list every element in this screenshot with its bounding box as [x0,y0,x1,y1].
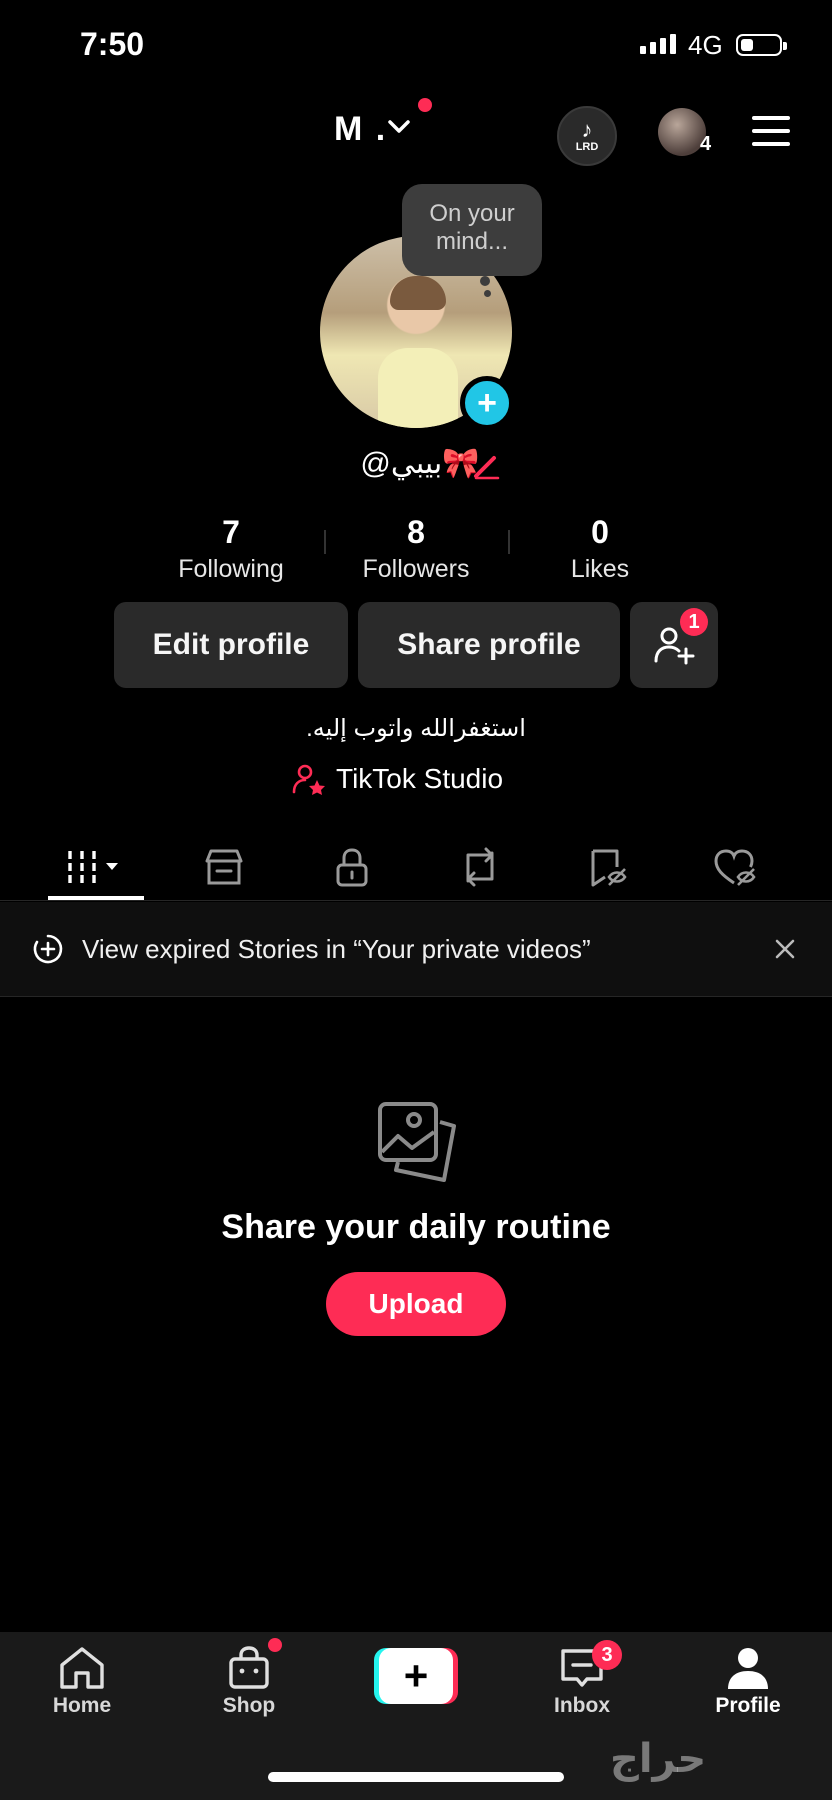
add-story-button[interactable]: + [460,376,514,430]
battery-icon [736,34,787,56]
repost-icon [466,847,494,887]
creator-star-icon [292,764,325,795]
nav-home[interactable]: Home [22,1642,142,1718]
friends-count: 4 [700,133,712,155]
stat-label: Following [178,555,284,583]
signal-icon [640,34,676,54]
plus-icon: + [379,1648,453,1704]
studio-label: TikTok Studio [336,763,504,794]
thought-bubble[interactable]: On your mind... [402,184,542,276]
stat-label: Followers [362,555,470,583]
tiktok-lrd-button[interactable]: ♪ LRD [557,106,617,166]
story-add-icon [33,934,63,964]
nav-inbox[interactable]: Inbox [522,1642,642,1718]
edit-profile-button[interactable]: Edit profile [114,602,348,688]
stat-following[interactable]: 7 Following [146,514,316,584]
status-time: 7:50 [80,26,145,62]
videos-grid-icon [68,851,118,883]
expired-stories-banner[interactable]: View expired Stories in “Your private vi… [0,902,832,997]
stat-followers[interactable]: 8 Followers [331,514,501,584]
stat-value: 7 [222,514,240,550]
bubble-tail-small [484,290,491,297]
nav-inbox-label: Inbox [554,1694,610,1717]
chevron-down-icon[interactable] [386,114,412,140]
tab-private[interactable] [288,834,416,900]
stat-likes[interactable]: 0 Likes [515,514,685,584]
bookmark-hidden-icon [591,849,627,887]
nav-shop-label: Shop [222,1694,276,1717]
upload-button[interactable]: Upload [326,1272,506,1336]
tab-videos[interactable] [32,834,160,900]
shop-notification-dot [268,1638,282,1652]
tab-liked[interactable] [672,834,800,900]
notification-dot [418,98,432,112]
active-tab-indicator [48,896,144,900]
stat-divider [324,530,326,554]
nav-profile[interactable]: Profile [688,1642,808,1718]
stat-label: Likes [570,555,630,583]
home-indicator[interactable] [268,1772,564,1782]
liked-hidden-icon [714,849,756,886]
watermark: حراج [610,1737,707,1781]
banner-text: View expired Stories in “Your private vi… [82,933,591,964]
tab-reposts[interactable] [416,834,544,900]
account-switcher-name[interactable]: M . [334,110,387,149]
tab-shop[interactable] [160,834,288,900]
empty-state-title: Share your daily routine [221,1208,611,1246]
close-icon[interactable] [774,938,796,960]
profile-tabs [0,834,832,901]
nav-profile-label: Profile [715,1694,781,1717]
lock-icon [336,848,368,887]
stat-value: 8 [407,514,425,550]
stat-value: 0 [591,514,609,550]
home-icon [60,1647,104,1689]
bubble-tail [480,276,490,286]
nav-shop[interactable]: Shop [189,1642,309,1718]
profile-icon [728,1648,768,1689]
photo-stack-icon [378,1102,456,1182]
profile-bio: استغفرالله واتوب إليه. [306,715,526,742]
shop-icon [205,849,243,885]
tiktok-studio-link[interactable]: TikTok Studio [292,762,503,796]
create-button[interactable]: + [374,1648,458,1704]
inbox-badge: 3 [592,1640,622,1670]
lrd-label: LRD [575,141,599,153]
hamburger-menu-icon[interactable] [752,116,790,155]
network-label: 4G [688,30,723,60]
tab-favorites[interactable] [544,834,672,900]
shopping-bag-icon [229,1646,269,1689]
tiktok-logo-icon: ♪ [581,117,593,142]
friends-avatar[interactable] [658,108,706,156]
stat-divider [508,530,510,554]
friend-request-badge: 1 [680,608,708,636]
nav-home-label: Home [52,1694,112,1717]
share-profile-button[interactable]: Share profile [358,602,620,688]
edit-pencil-icon[interactable] [472,452,502,480]
